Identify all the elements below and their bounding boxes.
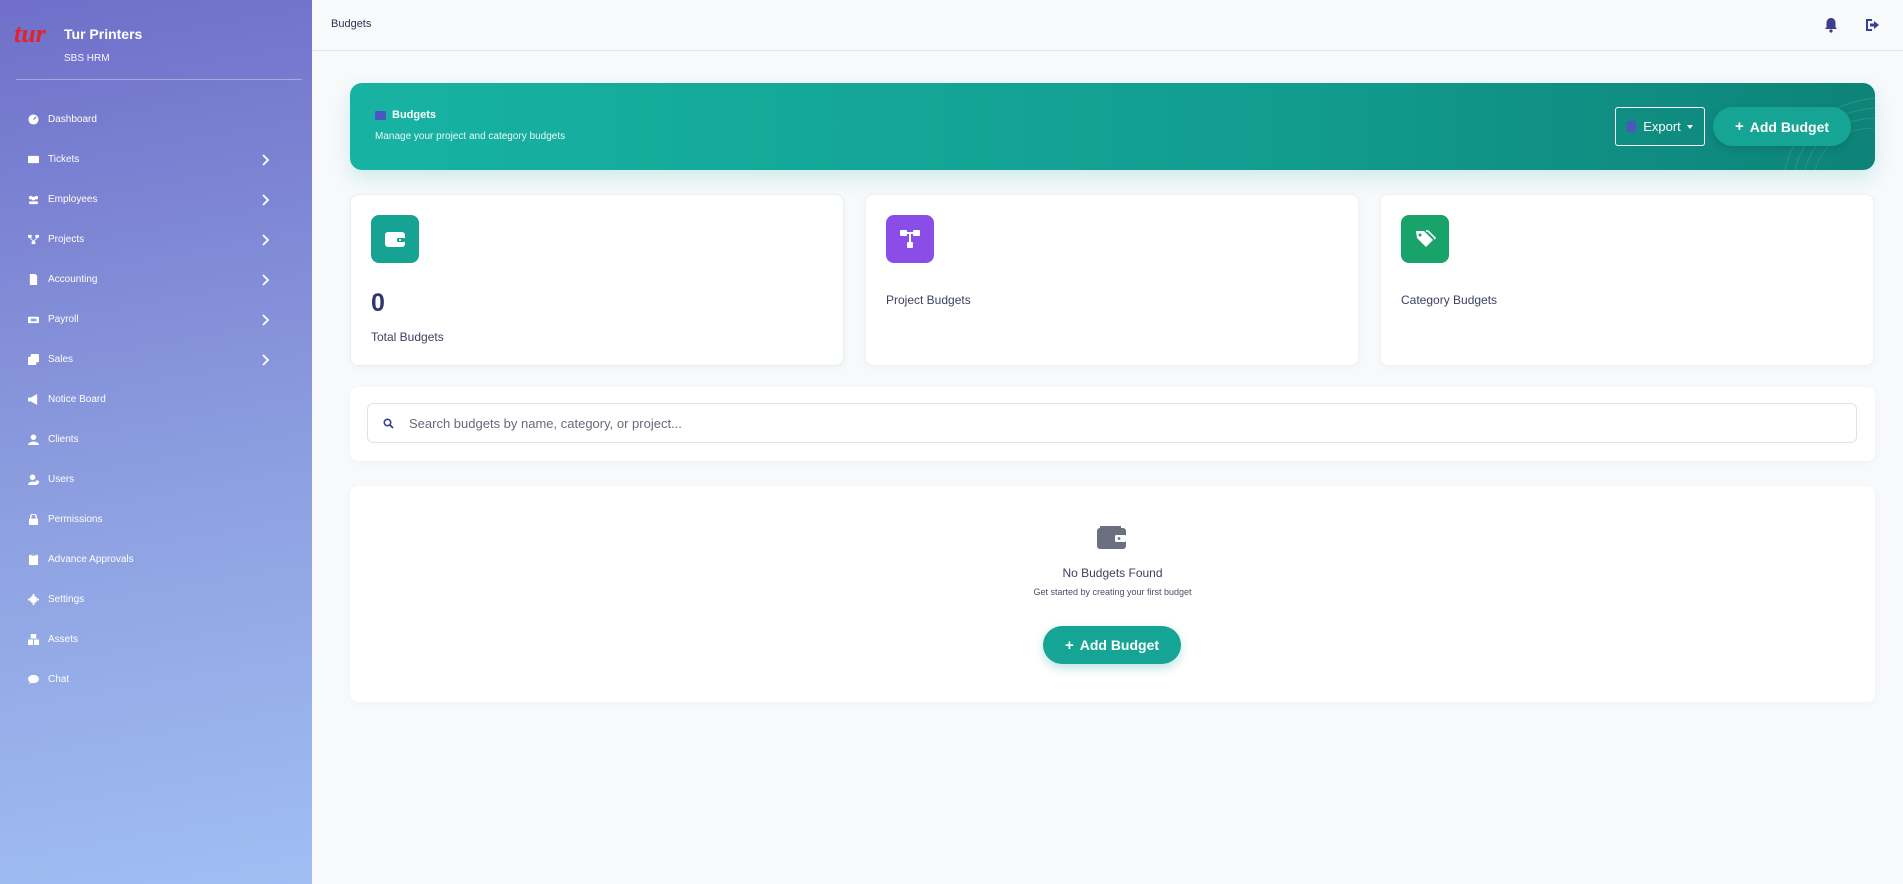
- stat-label: Total Budgets: [371, 330, 444, 344]
- stat-card-project-budgets: Project Budgets: [865, 194, 1359, 366]
- add-budget-button[interactable]: + Add Budget: [1713, 107, 1851, 146]
- megaphone-icon: [27, 393, 39, 405]
- search-icon: [383, 417, 394, 429]
- user-gear-icon: [27, 473, 39, 485]
- sidebar-item-users[interactable]: Users: [0, 459, 312, 499]
- project-diagram-icon: [886, 215, 934, 263]
- users-group-icon: [27, 193, 39, 205]
- sidebar-item-label: Tickets: [48, 153, 80, 165]
- cubes-icon: [27, 633, 39, 645]
- chat-icon: [27, 673, 39, 685]
- stat-label: Project Budgets: [886, 293, 971, 307]
- plus-icon: +: [1734, 118, 1744, 135]
- export-dropdown-button[interactable]: Export: [1615, 107, 1705, 146]
- page-title: Budgets: [375, 109, 436, 121]
- page-subtitle: Manage your project and category budgets: [375, 131, 566, 142]
- bell-icon[interactable]: [1822, 16, 1840, 34]
- sidebar-item-chat[interactable]: Chat: [0, 659, 312, 699]
- sidebar-item-label: Payroll: [48, 313, 79, 325]
- sidebar-item-employees[interactable]: Employees: [0, 179, 312, 219]
- money-bill-icon: [27, 313, 39, 325]
- sidebar-item-advance-approvals[interactable]: Advance Approvals: [0, 539, 312, 579]
- sidebar-item-tickets[interactable]: Tickets: [0, 139, 312, 179]
- svg-text:tur: tur: [14, 20, 47, 48]
- sidebar-item-label: Clients: [48, 433, 79, 445]
- stat-card-total-budgets: 0 Total Budgets: [350, 194, 844, 366]
- sidebar-item-accounting[interactable]: Accounting: [0, 259, 312, 299]
- stat-label: Category Budgets: [1401, 293, 1498, 307]
- logout-icon[interactable]: [1864, 16, 1882, 34]
- sidebar-item-label: Chat: [48, 673, 70, 685]
- brand-logo: tur: [14, 19, 60, 48]
- wallet-icon: [375, 111, 386, 120]
- chevron-right-icon: [260, 153, 270, 166]
- sidebar-divider: [16, 79, 302, 80]
- gear-icon: [27, 593, 39, 605]
- topbar: Budgets: [312, 0, 1903, 51]
- search-panel: [350, 387, 1875, 461]
- sidebar-item-dashboard[interactable]: Dashboard: [0, 99, 312, 139]
- lock-icon: [27, 513, 39, 525]
- sidebar-item-settings[interactable]: Settings: [0, 579, 312, 619]
- stat-value: 0: [371, 289, 385, 317]
- breadcrumb: Budgets: [331, 18, 372, 30]
- sidebar-item-payroll[interactable]: Payroll: [0, 299, 312, 339]
- add-budget-empty-button[interactable]: + Add Budget: [1043, 626, 1181, 664]
- sidebar-item-label: Accounting: [48, 273, 98, 285]
- sidebar-item-clients[interactable]: Clients: [0, 419, 312, 459]
- user-icon: [27, 433, 39, 445]
- sidebar-item-sales[interactable]: Sales: [0, 339, 312, 379]
- search-input[interactable]: [409, 405, 1856, 441]
- export-label: Export: [1643, 119, 1681, 134]
- page-title-text: Budgets: [392, 109, 436, 121]
- page-header-banner: Budgets Manage your project and category…: [350, 83, 1875, 170]
- add-budget-label: Add Budget: [1079, 637, 1160, 653]
- brand[interactable]: tur Tur Printers SBS HRM: [14, 19, 143, 64]
- brand-subtitle: SBS HRM: [64, 53, 110, 64]
- project-tree-icon: [27, 233, 39, 245]
- caret-down-icon: [1686, 124, 1693, 129]
- clipboard-icon: [27, 553, 39, 565]
- wallet-icon: [1097, 526, 1126, 549]
- empty-state-subtitle: Get started by creating your first budge…: [1033, 587, 1192, 597]
- sidebar-item-label: Notice Board: [48, 393, 106, 405]
- stat-card-category-budgets: Category Budgets: [1380, 194, 1874, 366]
- empty-state-panel: No Budgets Found Get started by creating…: [350, 486, 1875, 702]
- file-invoice-icon: [27, 273, 39, 285]
- sidebar-item-projects[interactable]: Projects: [0, 219, 312, 259]
- sidebar-item-label: Dashboard: [48, 113, 97, 125]
- sidebar-item-label: Permissions: [48, 513, 103, 525]
- plus-icon: +: [1064, 636, 1074, 654]
- sidebar-item-notice-board[interactable]: Notice Board: [0, 379, 312, 419]
- add-budget-label: Add Budget: [1749, 118, 1830, 135]
- sidebar-item-label: Users: [48, 473, 75, 485]
- sidebar-item-label: Sales: [48, 353, 74, 365]
- sidebar-item-label: Assets: [48, 633, 79, 645]
- chevron-right-icon: [260, 353, 270, 366]
- chevron-right-icon: [260, 193, 270, 206]
- chevron-right-icon: [260, 313, 270, 326]
- wallet-icon: [371, 215, 419, 263]
- sidebar: tur Tur Printers SBS HRM Dashboard Ticke…: [0, 0, 312, 884]
- sidebar-item-assets[interactable]: Assets: [0, 619, 312, 659]
- copy-icon: [27, 353, 39, 365]
- sidebar-nav: Dashboard Tickets Employees Projects Acc…: [0, 99, 312, 699]
- export-icon: [1627, 121, 1637, 132]
- empty-state-title: No Budgets Found: [1062, 566, 1163, 580]
- chevron-right-icon: [260, 233, 270, 246]
- sidebar-item-permissions[interactable]: Permissions: [0, 499, 312, 539]
- sidebar-item-label: Advance Approvals: [48, 553, 134, 565]
- sidebar-item-label: Employees: [48, 193, 98, 205]
- brand-name: Tur Printers: [64, 26, 143, 42]
- search-box: [367, 403, 1857, 443]
- dashboard-icon: [27, 113, 39, 125]
- chevron-right-icon: [260, 273, 270, 286]
- ticket-icon: [27, 153, 39, 165]
- sidebar-item-label: Projects: [48, 233, 85, 245]
- tags-icon: [1401, 215, 1449, 263]
- sidebar-item-label: Settings: [48, 593, 85, 605]
